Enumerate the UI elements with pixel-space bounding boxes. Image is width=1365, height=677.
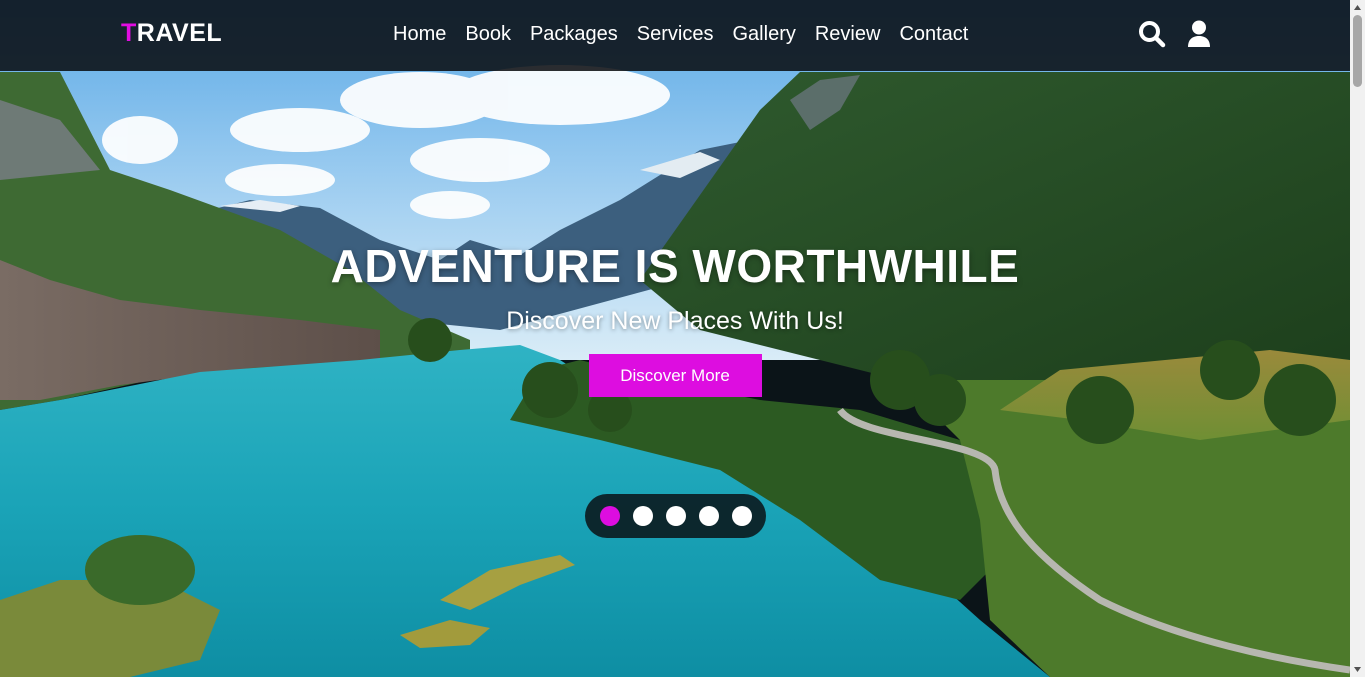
nav-link-services[interactable]: Services <box>637 22 714 46</box>
search-icon[interactable] <box>1138 19 1166 49</box>
discover-more-button[interactable]: Discover More <box>588 354 762 397</box>
main-nav: Home Book Packages Services Gallery Revi… <box>393 22 987 46</box>
scroll-up-arrow-icon[interactable] <box>1350 0 1365 15</box>
site-header: TRAVEL Home Book Packages Services Galle… <box>0 0 1350 71</box>
slider-pagination <box>585 494 766 538</box>
scrollbar-thumb[interactable] <box>1353 15 1362 87</box>
hero-subtitle: Discover New Places With Us! <box>506 307 844 335</box>
slider-dot-2[interactable] <box>633 506 653 526</box>
hero-content: ADVENTURE IS WORTHWHILE Discover New Pla… <box>0 240 1350 397</box>
brand-logo-first-letter: T <box>121 19 137 47</box>
scroll-down-arrow-icon[interactable] <box>1350 662 1365 677</box>
slider-dot-5[interactable] <box>732 506 752 526</box>
nav-link-contact[interactable]: Contact <box>899 22 968 46</box>
user-icon[interactable] <box>1186 19 1214 49</box>
nav-link-gallery[interactable]: Gallery <box>733 22 796 46</box>
nav-link-home[interactable]: Home <box>393 22 446 46</box>
hero-title: ADVENTURE IS WORTHWHILE <box>330 240 1020 292</box>
page-scrollbar[interactable] <box>1350 0 1365 677</box>
slider-dot-4[interactable] <box>699 506 719 526</box>
brand-logo[interactable]: TRAVEL <box>121 19 222 48</box>
nav-link-review[interactable]: Review <box>815 22 881 46</box>
nav-link-book[interactable]: Book <box>465 22 511 46</box>
header-icons <box>1138 19 1214 49</box>
nav-link-packages[interactable]: Packages <box>530 22 618 46</box>
brand-logo-rest: RAVEL <box>136 19 223 47</box>
slider-dot-3[interactable] <box>666 506 686 526</box>
slider-dot-1[interactable] <box>600 506 620 526</box>
